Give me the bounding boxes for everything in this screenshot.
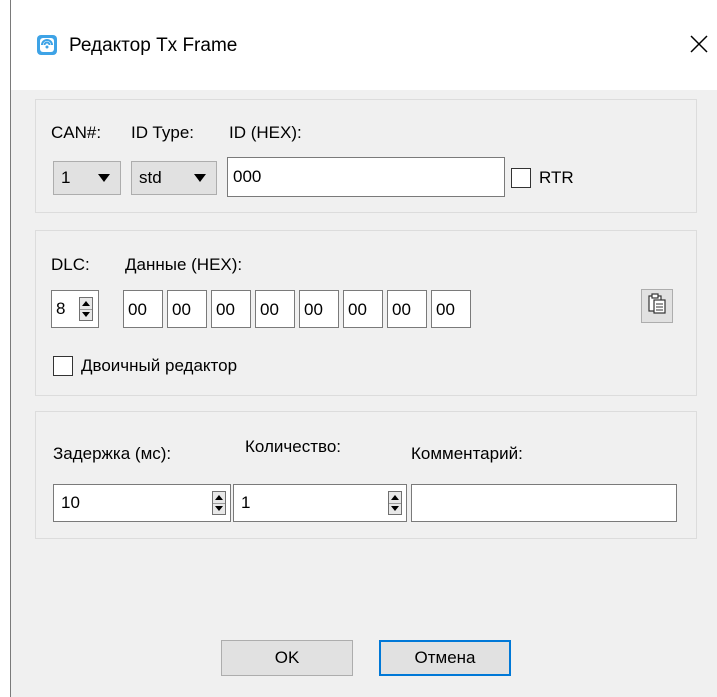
spin-down-icon[interactable] <box>213 503 225 514</box>
byte-value: 00 <box>172 300 191 319</box>
data-byte-7[interactable]: 00 <box>431 290 471 328</box>
dialog-window: Редактор Tx Frame CAN#: ID Type: ID (HEX… <box>10 0 717 697</box>
delay-spin-buttons[interactable] <box>212 491 226 515</box>
id-hex-value: 000 <box>233 167 262 186</box>
can-value: 1 <box>61 168 71 187</box>
ok-button-label: OK <box>274 648 300 667</box>
byte-value: 00 <box>216 300 235 319</box>
binary-editor-checkbox[interactable] <box>53 356 73 376</box>
data-byte-0[interactable]: 00 <box>123 290 163 328</box>
paste-icon <box>647 292 667 320</box>
dlc-spinbox[interactable]: 8 <box>51 290 119 328</box>
data-hex-label: Данные (HEX): <box>125 255 243 274</box>
id-type-value: std <box>139 168 162 187</box>
dropdown-arrow-icon <box>194 174 206 182</box>
dlc-spin-buttons[interactable] <box>79 297 93 321</box>
id-type-select[interactable]: std <box>131 161 217 195</box>
app-icon <box>36 34 58 56</box>
byte-value: 00 <box>128 300 147 319</box>
id-hex-input[interactable]: 000 <box>227 157 505 197</box>
can-select[interactable]: 1 <box>53 161 121 195</box>
cancel-button[interactable]: Отмена <box>379 640 511 676</box>
data-byte-3[interactable]: 00 <box>255 290 295 328</box>
data-byte-2[interactable]: 00 <box>211 290 251 328</box>
spin-down-icon[interactable] <box>80 309 92 320</box>
data-byte-4[interactable]: 00 <box>299 290 339 328</box>
comment-input[interactable] <box>411 484 677 522</box>
dlc-value: 8 <box>56 299 66 318</box>
byte-value: 00 <box>260 300 279 319</box>
ok-button[interactable]: OK <box>221 640 353 676</box>
byte-value: 00 <box>392 300 411 319</box>
comment-label: Комментарий: <box>411 444 523 463</box>
spin-down-icon[interactable] <box>389 503 401 514</box>
count-value: 1 <box>241 493 251 512</box>
count-label: Количество: <box>245 437 342 456</box>
close-button[interactable] <box>681 28 717 64</box>
byte-value: 00 <box>348 300 367 319</box>
can-label: CAN#: <box>51 123 102 142</box>
delay-label: Задержка (мс): <box>53 444 172 463</box>
rtr-checkbox[interactable] <box>511 168 531 188</box>
data-byte-1[interactable]: 00 <box>167 290 207 328</box>
count-spinbox[interactable]: 1 <box>233 484 407 522</box>
paste-button[interactable] <box>641 289 673 323</box>
data-byte-6[interactable]: 00 <box>387 290 427 328</box>
binary-editor-label: Двоичный редактор <box>81 356 238 375</box>
rtr-label: RTR <box>539 168 574 187</box>
title-bar: Редактор Tx Frame <box>11 0 717 90</box>
dlc-label: DLC: <box>51 255 90 274</box>
delay-spinbox[interactable]: 10 <box>53 484 231 522</box>
count-spin-buttons[interactable] <box>388 491 402 515</box>
cancel-button-label: Отмена <box>414 648 476 667</box>
close-icon <box>689 34 709 59</box>
byte-value: 00 <box>436 300 455 319</box>
data-byte-5[interactable]: 00 <box>343 290 383 328</box>
byte-value: 00 <box>304 300 323 319</box>
delay-value: 10 <box>61 493 80 512</box>
dropdown-arrow-icon <box>98 174 110 182</box>
id-hex-label: ID (HEX): <box>229 123 302 142</box>
id-type-label: ID Type: <box>131 123 194 142</box>
window-title: Редактор Tx Frame <box>69 35 238 56</box>
